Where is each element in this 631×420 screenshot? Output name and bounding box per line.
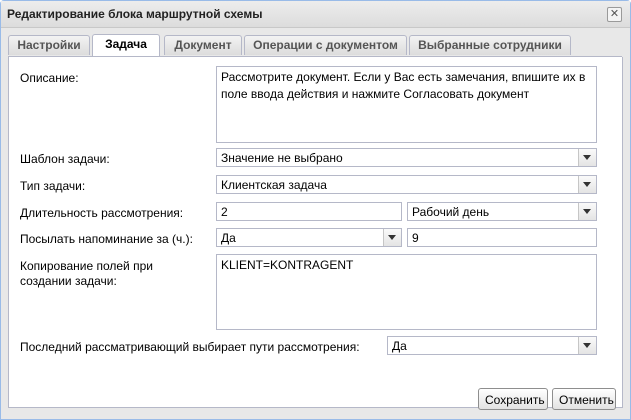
type-label: Тип задачи: — [20, 179, 86, 193]
tab-document-operations[interactable]: Операции с документом — [244, 35, 407, 55]
duration-label: Длительность рассмотрения: — [20, 206, 184, 220]
copy-fields-label: Копирование полей при создании задачи: — [20, 259, 153, 288]
duration-input[interactable]: 2 — [216, 202, 402, 221]
type-select[interactable]: Клиентская задача — [216, 175, 597, 194]
tab-settings[interactable]: Настройки — [8, 35, 90, 55]
chevron-down-icon[interactable] — [578, 176, 596, 193]
template-select[interactable]: Значение не выбрано — [216, 148, 597, 167]
last-reviewer-label: Последний рассматривающий выбирает пути … — [20, 340, 360, 354]
tab-task[interactable]: Задача — [92, 34, 160, 56]
reminder-value: Да — [221, 231, 236, 245]
template-label: Шаблон задачи: — [20, 152, 110, 166]
chevron-down-icon[interactable] — [578, 149, 596, 166]
chevron-down-icon[interactable] — [383, 229, 401, 246]
title-bar[interactable]: Редактирование блока маршрутной схемы ✕ — [1, 1, 630, 28]
last-reviewer-select[interactable]: Да — [387, 336, 597, 355]
reminder-label: Посылать напоминание за (ч.): — [20, 232, 193, 246]
copy-fields-textarea[interactable]: KLIENT=KONTRAGENT — [216, 254, 597, 330]
dialog-window: Редактирование блока маршрутной схемы ✕ … — [0, 0, 631, 420]
reminder-hours-input[interactable]: 9 — [407, 228, 597, 247]
description-label: Описание: — [20, 71, 79, 85]
dialog-body: Настройки Задача Документ Операции с док… — [1, 28, 630, 419]
description-textarea[interactable]: Рассмотрите документ. Если у Вас есть за… — [216, 66, 597, 143]
duration-unit-select[interactable]: Рабочий день — [407, 202, 597, 221]
close-icon[interactable]: ✕ — [607, 7, 622, 22]
save-button[interactable]: Сохранить — [478, 388, 548, 410]
dialog-title: Редактирование блока маршрутной схемы — [7, 7, 263, 21]
tab-selected-employees[interactable]: Выбранные сотрудники — [409, 35, 571, 55]
tab-document[interactable]: Документ — [164, 35, 242, 55]
reminder-select[interactable]: Да — [216, 228, 402, 247]
duration-unit-value: Рабочий день — [412, 205, 490, 219]
template-value: Значение не выбрано — [221, 151, 343, 165]
tab-strip: Настройки Задача Документ Операции с док… — [8, 33, 622, 57]
task-panel: Описание: Рассмотрите документ. Если у В… — [8, 57, 623, 408]
chevron-down-icon[interactable] — [578, 337, 596, 354]
last-reviewer-value: Да — [392, 339, 407, 353]
chevron-down-icon[interactable] — [578, 203, 596, 220]
type-value: Клиентская задача — [221, 178, 327, 192]
cancel-button[interactable]: Отменить — [552, 388, 616, 410]
